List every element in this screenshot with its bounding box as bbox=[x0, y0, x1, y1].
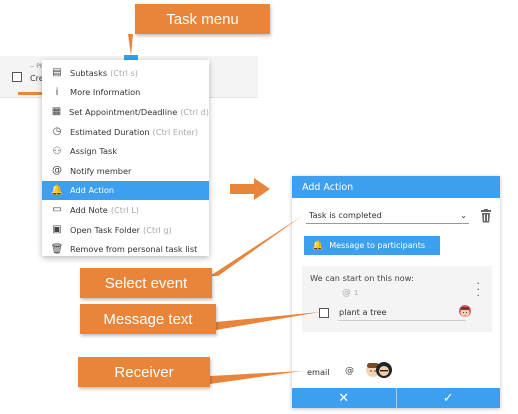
receiver-callout: Receiver bbox=[78, 357, 210, 387]
select-event-callout: Select event bbox=[80, 268, 212, 298]
message-text-callout: Message text bbox=[80, 304, 216, 334]
callout-pointers bbox=[128, 34, 320, 384]
